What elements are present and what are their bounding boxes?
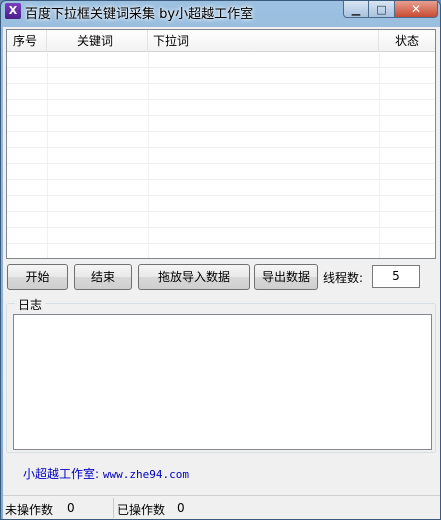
table-row xyxy=(7,164,435,180)
column-header-index[interactable]: 序号 xyxy=(7,30,47,52)
studio-link-label: 小超越工作室: xyxy=(23,467,100,481)
pending-count-label: 未操作数 xyxy=(5,503,54,517)
table-row xyxy=(7,52,435,68)
table-row xyxy=(7,148,435,164)
done-count-label: 已操作数 xyxy=(117,503,166,517)
minimize-button[interactable]: ▁ xyxy=(343,1,369,18)
stop-button[interactable]: 结束 xyxy=(74,264,132,290)
log-group-title: 日志 xyxy=(15,296,46,313)
app-icon: X xyxy=(5,3,21,19)
status-separator xyxy=(113,498,114,518)
table-row xyxy=(7,100,435,116)
status-bar: 未操作数 0 已操作数 0 xyxy=(3,495,440,519)
table-row xyxy=(7,68,435,84)
minimize-icon: ▁ xyxy=(351,2,361,16)
column-header-suggestion[interactable]: 下拉词 xyxy=(148,30,379,52)
list-header: 序号 关键词 下拉词 状态 xyxy=(7,30,435,52)
table-row xyxy=(7,212,435,228)
title-bar[interactable]: X 百度下拉框关键词采集 by小超越工作室 ▁ □ ✕ xyxy=(1,1,440,22)
log-textarea[interactable] xyxy=(13,314,432,450)
studio-link[interactable]: 小超越工作室: www.zhe94.com xyxy=(23,465,189,482)
export-button[interactable]: 导出数据 xyxy=(254,264,318,290)
client-area: 序号 关键词 下拉词 状态 开始 结束 拖放导入数据 导出数据 线程数: 5 日… xyxy=(3,27,440,519)
table-row xyxy=(7,244,435,258)
table-row xyxy=(7,132,435,148)
start-button[interactable]: 开始 xyxy=(7,264,68,290)
close-button[interactable]: ✕ xyxy=(395,1,438,18)
done-count-value: 0 xyxy=(177,501,185,515)
maximize-icon: □ xyxy=(376,2,387,16)
log-group: 日志 xyxy=(6,296,436,453)
column-header-keyword[interactable]: 关键词 xyxy=(47,30,148,52)
keyword-list[interactable]: 序号 关键词 下拉词 状态 xyxy=(6,29,436,259)
column-header-status[interactable]: 状态 xyxy=(379,30,435,52)
threads-label: 线程数: xyxy=(323,271,364,285)
table-row xyxy=(7,228,435,244)
import-button[interactable]: 拖放导入数据 xyxy=(138,264,250,290)
window-controls: ▁ □ ✕ xyxy=(343,1,438,19)
table-row xyxy=(7,196,435,212)
studio-link-url[interactable]: www.zhe94.com xyxy=(103,468,189,481)
pending-count-value: 0 xyxy=(67,501,75,515)
window-title: 百度下拉框关键词采集 by小超越工作室 xyxy=(25,7,254,22)
table-row xyxy=(7,84,435,100)
threads-input[interactable]: 5 xyxy=(372,265,420,288)
close-icon: ✕ xyxy=(410,2,422,16)
maximize-button[interactable]: □ xyxy=(369,1,395,18)
table-row xyxy=(7,116,435,132)
app-window: X 百度下拉框关键词采集 by小超越工作室 ▁ □ ✕ 序号 关键词 下拉词 状… xyxy=(0,0,441,520)
table-row xyxy=(7,180,435,196)
